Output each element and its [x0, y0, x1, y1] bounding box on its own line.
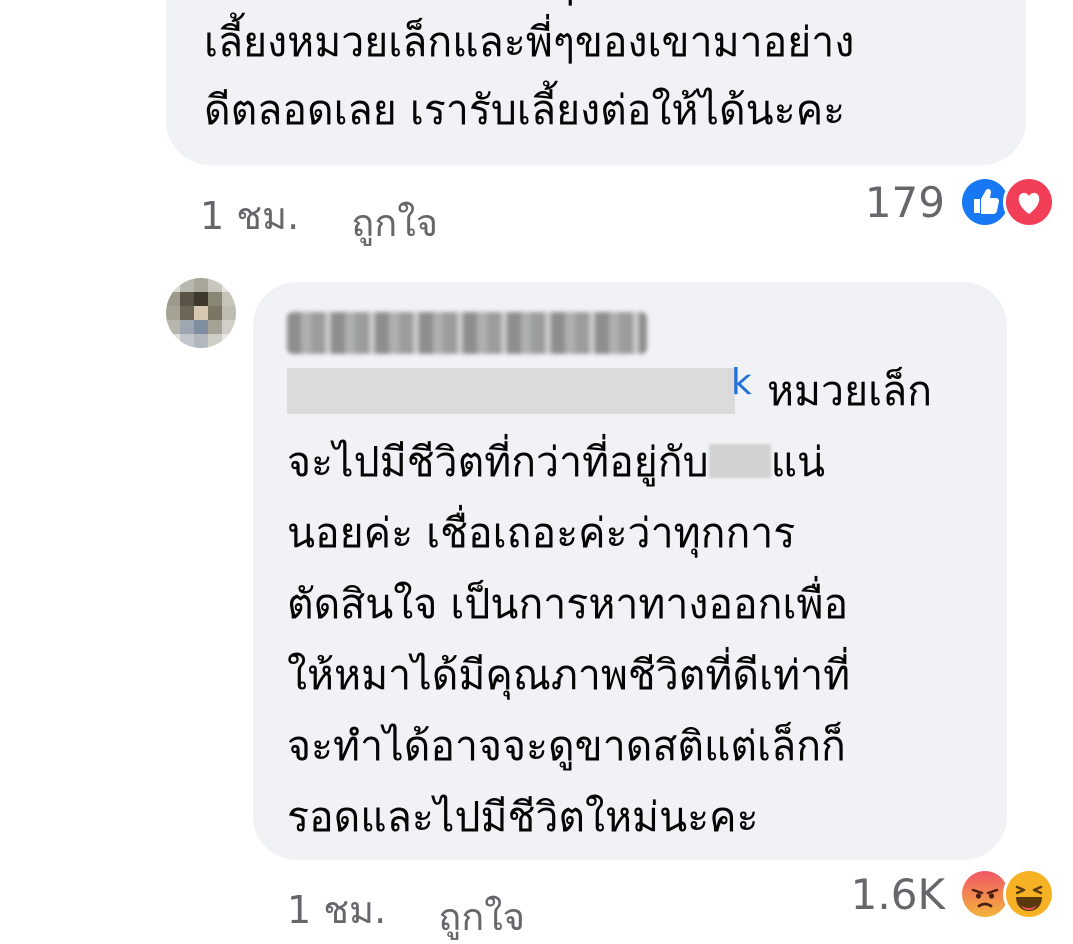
comment-meta: 1 ชม. ถูกใจ — [200, 178, 438, 253]
avatar[interactable] — [166, 278, 236, 348]
comment-text: หมวยเล็ก จะไปมีชีวิตที่กว่าที่อยู่กับ แน่… — [287, 356, 987, 853]
comment-text-line: เลี้ยงหมวยเล็กและพี่ๆของเขามาอย่าง — [204, 0, 1026, 8]
comment-bubble: k หมวยเล็ก จะไปมีชีวิตที่กว่าที่อยู่กับแ… — [253, 282, 1007, 860]
love-icon — [1003, 176, 1055, 228]
redacted-word — [708, 444, 771, 478]
reaction-count: 1.6K — [850, 869, 945, 919]
comment-text-line: นอยค่ะ เชื่อเถอะค่ะว่าทุกการ — [287, 509, 796, 557]
comment-text-line: ดีตลอดเลย เรารับเลี้ยงต่อให้ได้นะคะ — [204, 86, 846, 134]
haha-icon — [1003, 868, 1055, 920]
text-fragment: จะไปมีชีวิตที่กว่าที่อยู่กับ — [287, 438, 709, 486]
comment-text-line: ให้หมาได้มีคุณภาพชีวิตที่ดีเท่าที่ — [287, 651, 851, 699]
text-fragment: แน่ — [770, 438, 826, 486]
comment-bubble: เลี้ยงหมวยเล็กและพี่ๆของเขามาอย่าง เลี้ย… — [166, 0, 1026, 165]
comment-text-line: ตัดสินใจ เป็นการหาทางออกเพื่อ — [287, 580, 849, 628]
reaction-summary[interactable]: 1.6K — [851, 868, 1055, 920]
reaction-count: 179 — [864, 177, 945, 227]
comment-meta: 1 ชม. ถูกใจ — [287, 872, 525, 944]
comment-thread: เลี้ยงหมวยเล็กและพี่ๆของเขามาอย่าง เลี้ย… — [0, 0, 1073, 944]
comment-text-line: หมวยเล็ก — [767, 367, 933, 415]
comment-text-line: จะไปมีชีวิตที่กว่าที่อยู่กับ แน่ — [287, 427, 987, 498]
comment-timestamp[interactable]: 1 ชม. — [200, 185, 299, 246]
like-button[interactable]: ถูกใจ — [351, 192, 438, 253]
comment-text-line: จะทำได้อาจจะดูขาดสติแต่เล็กก็ — [287, 722, 846, 770]
reaction-summary[interactable]: 179 — [865, 176, 1055, 228]
comment-text-line: รอดและไปมีชีวิตใหม่นะคะ — [287, 793, 759, 841]
comment-timestamp[interactable]: 1 ชม. — [287, 879, 386, 940]
like-button[interactable]: ถูกใจ — [438, 886, 525, 944]
author-name-redacted[interactable] — [287, 312, 647, 354]
comment-text-line: เลี้ยงหมวยเล็กและพี่ๆของเขามาอย่าง — [204, 18, 855, 66]
